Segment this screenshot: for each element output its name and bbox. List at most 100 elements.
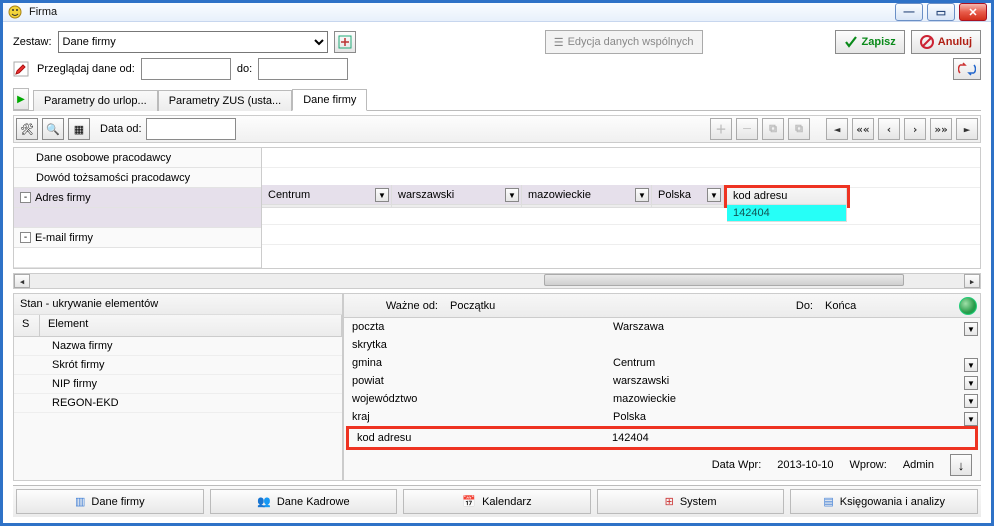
kv-kraj[interactable]: krajPolska▼: [344, 408, 980, 426]
kv-gmina[interactable]: gmina Centrum ▼: [344, 354, 980, 372]
kv-kod-adresu-highlight: kod adresu142404: [346, 426, 978, 450]
edit-shared-button[interactable]: ☰ Edycja danych wspólnych: [545, 30, 703, 54]
kv-kod-adresu[interactable]: kod adresu142404: [349, 429, 975, 447]
main-grid: Dane osobowe pracodawcy Dowód tożsamości…: [13, 147, 981, 269]
kv-value: Centrum: [613, 357, 655, 369]
state-table-header: S Element: [14, 315, 342, 337]
nav-fastback[interactable]: ««: [852, 118, 874, 140]
close-button[interactable]: ✕: [959, 3, 987, 21]
bottom-system[interactable]: ⊞System: [597, 489, 785, 514]
dropdown-icon[interactable]: ▼: [964, 394, 978, 408]
cell-gmina[interactable]: Centrum▼: [262, 185, 392, 205]
nav-first[interactable]: ◄: [826, 118, 848, 140]
split-area: Stan - ukrywanie elementów S Element Naz…: [13, 293, 981, 481]
state-row[interactable]: REGON-EKD: [14, 394, 342, 413]
save-button[interactable]: Zapisz: [835, 30, 905, 54]
maximize-button[interactable]: ▭: [927, 3, 955, 21]
scroll-left[interactable]: ◂: [14, 274, 30, 288]
kv-wojewodztwo[interactable]: województwo mazowieckie ▼: [344, 390, 980, 408]
globe-icon[interactable]: [959, 297, 977, 315]
kv-key: województwo: [344, 393, 609, 405]
tab-parametry-zus[interactable]: Parametry ZUS (usta...: [158, 90, 292, 111]
do-value[interactable]: Końca: [819, 300, 959, 312]
dropdown-icon[interactable]: ▼: [964, 358, 978, 372]
refresh-button[interactable]: [953, 58, 981, 80]
dropdown-icon[interactable]: ▼: [505, 188, 519, 202]
tree-row-dowod[interactable]: Dowód tożsamości pracodawcy: [14, 168, 261, 188]
nav-last[interactable]: ►: [956, 118, 978, 140]
cell-kod-adresu[interactable]: 142404: [727, 205, 847, 222]
dropdown-icon[interactable]: ▼: [635, 188, 649, 202]
tab-parametry-urlop[interactable]: Parametry do urlop...: [33, 90, 158, 111]
detail-panel: Ważne od: Początku Do: Końca pocztaWarsz…: [343, 293, 981, 481]
down-arrow-button[interactable]: ↓: [950, 454, 972, 476]
bottom-kalendarz[interactable]: 📅Kalendarz: [403, 489, 591, 514]
state-row[interactable]: Nazwa firmy: [14, 337, 342, 356]
tools-button[interactable]: 🛠: [16, 118, 38, 140]
dropdown-icon[interactable]: ▼: [375, 188, 389, 202]
browse-label: Przeglądaj dane od:: [37, 63, 135, 75]
state-row[interactable]: NIP firmy: [14, 375, 342, 394]
grid-data-row[interactable]: Centrum▼ warszawski▼ mazowieckie▼ Polska…: [262, 185, 980, 205]
magnifier-icon: 🔍: [46, 123, 60, 136]
date-to-input[interactable]: [258, 58, 348, 80]
kv-powiat[interactable]: powiatwarszawski▼: [344, 372, 980, 390]
tab-dane-firmy[interactable]: Dane firmy: [292, 89, 367, 111]
wazne-od-value[interactable]: Początku: [444, 300, 609, 312]
tree-row-adres-data[interactable]: [14, 208, 261, 228]
cell-kraj[interactable]: Polska▼: [652, 185, 724, 205]
add-button[interactable]: ＋: [710, 118, 732, 140]
minimize-button[interactable]: —: [895, 3, 923, 21]
data-od-input[interactable]: [146, 118, 236, 140]
tree-row-email[interactable]: -E-mail firmy: [14, 228, 261, 248]
bottom-dane-firmy[interactable]: ▥Dane firmy: [16, 489, 204, 514]
nav-next[interactable]: ›: [904, 118, 926, 140]
kv-key: kod adresu: [349, 432, 608, 444]
window-title: Firma: [29, 6, 895, 18]
wprow-value: Admin: [903, 459, 934, 471]
date-from-input[interactable]: [141, 58, 231, 80]
collapse-icon[interactable]: -: [20, 232, 31, 243]
remove-button[interactable]: ─: [736, 118, 758, 140]
dropdown-icon[interactable]: ▼: [707, 188, 721, 202]
copy-button[interactable]: ⧉: [762, 118, 784, 140]
do-label: do:: [237, 63, 252, 75]
nav-prev[interactable]: ‹: [878, 118, 900, 140]
dropdown-icon[interactable]: ▼: [964, 322, 978, 336]
cancel-button[interactable]: Anuluj: [911, 30, 981, 54]
bottom-label: Dane firmy: [91, 496, 144, 508]
nav-fastfwd[interactable]: »»: [930, 118, 952, 140]
zestaw-select[interactable]: Dane firmy: [58, 31, 328, 53]
kv-poczta[interactable]: pocztaWarszawa▼: [344, 318, 980, 336]
bottom-dane-kadrowe[interactable]: 👥Dane Kadrowe: [210, 489, 398, 514]
dropdown-icon[interactable]: ▼: [964, 412, 978, 426]
scroll-thumb[interactable]: [544, 274, 904, 286]
people-icon: 👥: [257, 495, 271, 508]
kv-value: mazowieckie: [613, 393, 676, 405]
plus-icon: ＋: [716, 121, 727, 137]
tree-row-dane-osobowe[interactable]: Dane osobowe pracodawcy: [14, 148, 261, 168]
horizontal-scrollbar[interactable]: ◂ ▸: [13, 273, 981, 289]
cell-powiat[interactable]: warszawski▼: [392, 185, 522, 205]
tree-icon: ⊞: [665, 495, 674, 508]
bottom-ksiegowania[interactable]: ▤Księgowania i analizy: [790, 489, 978, 514]
state-row[interactable]: Skrót firmy: [14, 356, 342, 375]
tree-row-adres-firmy[interactable]: -Adres firmy: [14, 188, 261, 208]
col-element[interactable]: Element: [40, 315, 342, 336]
zestaw-row: Zestaw: Dane firmy ☰ Edycja danych wspól…: [13, 30, 981, 54]
zestaw-options-button[interactable]: [334, 31, 356, 53]
col-kod-adresu[interactable]: kod adresu: [727, 188, 847, 205]
kv-key: gmina: [344, 357, 609, 369]
kv-skrytka[interactable]: skrytka: [344, 336, 980, 354]
scroll-right[interactable]: ▸: [964, 274, 980, 288]
cell-wojewodztwo[interactable]: mazowieckie▼: [522, 185, 652, 205]
dropdown-icon[interactable]: ▼: [964, 376, 978, 390]
paste-button[interactable]: ⧉: [788, 118, 810, 140]
col-s[interactable]: S: [14, 315, 40, 336]
search-button[interactable]: 🔍: [42, 118, 64, 140]
run-tab-button[interactable]: ▶: [13, 88, 29, 110]
do-label: Do:: [609, 300, 819, 312]
kv-key: poczta: [344, 321, 609, 333]
grid-button[interactable]: ▦: [68, 118, 90, 140]
collapse-icon[interactable]: -: [20, 192, 31, 203]
